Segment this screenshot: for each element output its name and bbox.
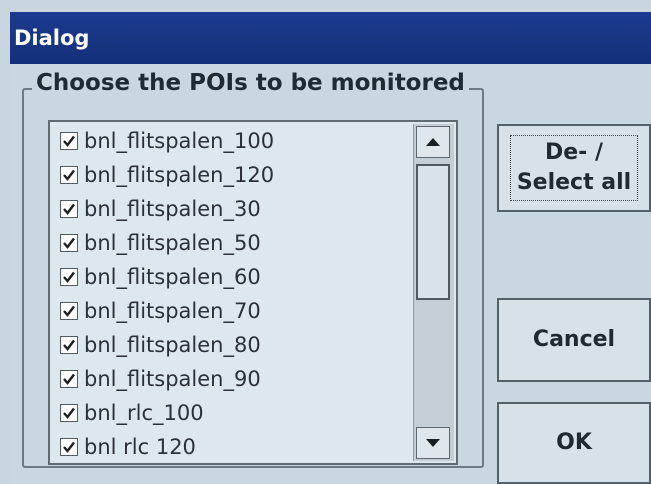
checkbox[interactable]	[60, 370, 78, 388]
dialog-title-bar: Dialog	[10, 12, 651, 64]
cancel-label: Cancel	[532, 327, 616, 352]
checkbox[interactable]	[60, 234, 78, 252]
scroll-up-button[interactable]	[416, 126, 450, 158]
focus-rectangle: De- / Select all	[509, 135, 639, 201]
list-item[interactable]: bnl_flitspalen_80	[60, 330, 261, 360]
list-item-label: bnl_flitspalen_30	[84, 197, 261, 221]
checkmark-icon	[63, 203, 75, 215]
list-item-label: bnl_flitspalen_70	[84, 299, 261, 323]
list-item[interactable]: bnl_flitspalen_90	[60, 364, 261, 394]
checkbox[interactable]	[60, 268, 78, 286]
checkbox[interactable]	[60, 302, 78, 320]
cancel-button[interactable]: Cancel	[497, 298, 651, 382]
checkmark-icon	[63, 169, 75, 181]
dialog-title: Dialog	[14, 26, 90, 50]
list-item[interactable]: bnl_flitspalen_50	[60, 228, 261, 258]
checkbox[interactable]	[60, 438, 78, 456]
list-item-label: bnl_flitspalen_100	[84, 129, 275, 153]
list-item[interactable]: bnl_flitspalen_60	[60, 262, 261, 292]
list-item-label: bnl_flitspalen_120	[84, 163, 275, 187]
scroll-thumb[interactable]	[416, 164, 450, 300]
scroll-down-button[interactable]	[416, 427, 450, 459]
triangle-up-icon	[426, 138, 440, 146]
device-screen: Dialog Choose the POIs to be monitored b…	[0, 0, 651, 484]
checkbox[interactable]	[60, 166, 78, 184]
list-item[interactable]: bnl rlc 120	[60, 432, 196, 462]
checkmark-icon	[63, 373, 75, 385]
checkbox[interactable]	[60, 404, 78, 422]
checkmark-icon	[63, 305, 75, 317]
checkbox[interactable]	[60, 200, 78, 218]
list-item-label: bnl_flitspalen_90	[84, 367, 261, 391]
select-all-label: De- / Select all	[516, 140, 632, 195]
list-item[interactable]: bnl_rlc_100	[60, 398, 204, 428]
checkmark-icon	[63, 237, 75, 249]
triangle-down-icon	[426, 439, 440, 447]
checkbox[interactable]	[60, 336, 78, 354]
list-item[interactable]: bnl_flitspalen_70	[60, 296, 261, 326]
list-item-label: bnl_flitspalen_80	[84, 333, 261, 357]
poi-listbox[interactable]: bnl_flitspalen_100 bnl_flitspalen_120 bn…	[48, 120, 458, 465]
checkbox[interactable]	[60, 132, 78, 150]
poi-group-legend: Choose the POIs to be monitored	[32, 70, 469, 96]
select-all-button[interactable]: De- / Select all	[497, 124, 651, 212]
ok-label: OK	[556, 430, 592, 455]
list-item[interactable]: bnl_flitspalen_30	[60, 194, 261, 224]
checkmark-icon	[63, 135, 75, 147]
list-item-label: bnl_flitspalen_50	[84, 231, 261, 255]
checkmark-icon	[63, 407, 75, 419]
checkmark-icon	[63, 339, 75, 351]
list-item[interactable]: bnl_flitspalen_100	[60, 126, 274, 156]
list-item-label: bnl rlc 120	[84, 435, 196, 459]
checkmark-icon	[63, 441, 75, 453]
vertical-scrollbar[interactable]	[413, 124, 454, 461]
checkmark-icon	[63, 271, 75, 283]
list-item[interactable]: bnl_flitspalen_120	[60, 160, 274, 190]
list-item-label: bnl_rlc_100	[84, 401, 204, 425]
ok-button[interactable]: OK	[497, 402, 651, 484]
list-item-label: bnl_flitspalen_60	[84, 265, 261, 289]
